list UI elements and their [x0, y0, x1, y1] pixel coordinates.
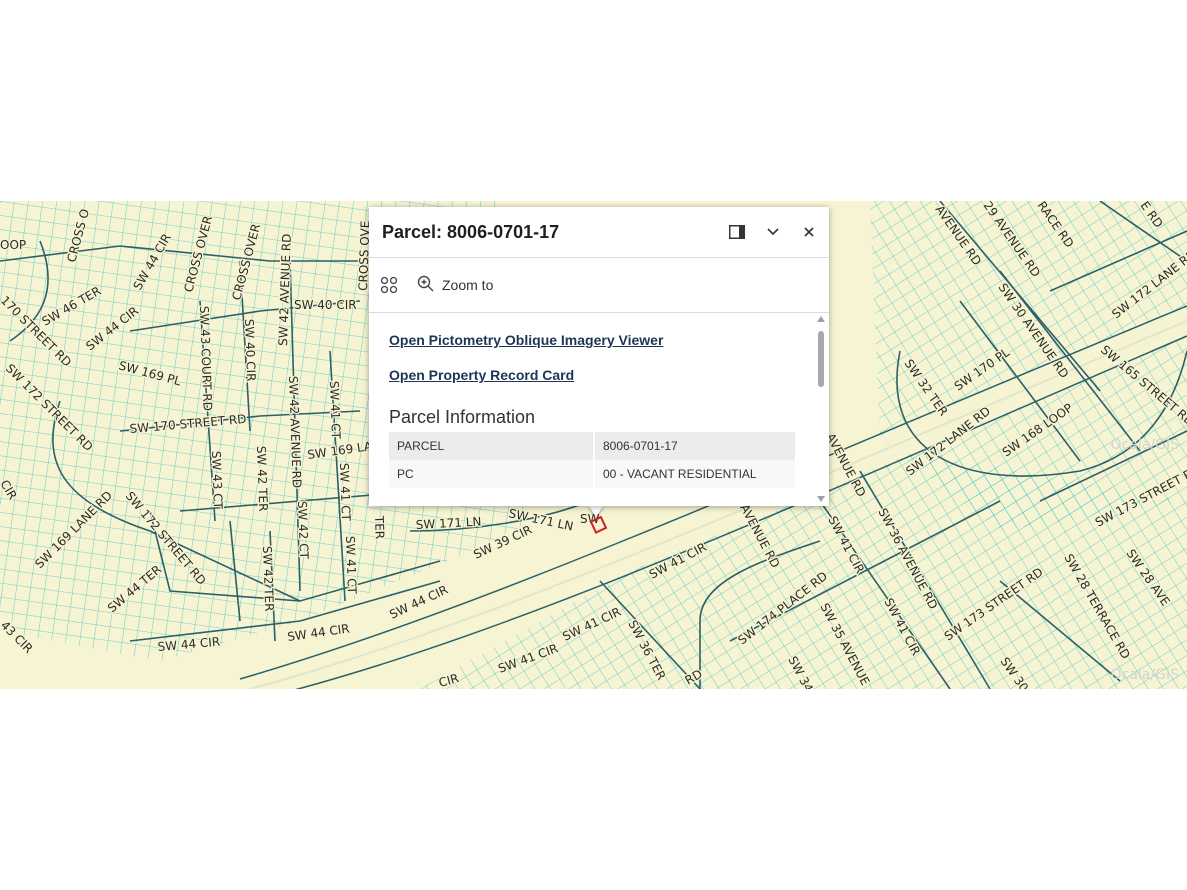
section-title: Parcel Information — [389, 407, 536, 427]
table-row: PC 00 - VACANT RESIDENTIAL — [389, 460, 795, 488]
pictometry-link[interactable]: Open Pictometry Oblique Imagery Viewer — [389, 332, 663, 348]
scroll-up-icon — [817, 316, 825, 322]
scroll-down-icon — [817, 496, 825, 502]
dock-side-icon[interactable] — [726, 221, 748, 243]
road-label: TER — [372, 515, 387, 540]
popup-pointer — [588, 505, 604, 517]
field-value: 00 - VACANT RESIDENTIAL — [594, 460, 795, 488]
popup-header: Parcel: 8006-0701-17 — [369, 207, 829, 258]
popup-scrollbar[interactable] — [815, 313, 827, 506]
road-label: SW 42 CT — [295, 501, 311, 560]
chevron-down-icon[interactable] — [762, 221, 784, 243]
map-watermark: Ocala/GIS — [1110, 667, 1179, 683]
road-label: SW 43 CT — [209, 451, 225, 510]
table-row: PARCEL 8006-0701-17 — [389, 432, 795, 460]
map-watermark: Ocala/GIS — [1110, 437, 1179, 453]
scroll-thumb — [818, 331, 824, 387]
grid-icon[interactable] — [380, 276, 398, 294]
zoom-to-label: Zoom to — [442, 277, 494, 293]
zoom-in-icon — [417, 275, 434, 295]
popup-body: Open Pictometry Oblique Imagery Viewer O… — [369, 313, 829, 506]
road-label: SW 40 CIR — [294, 298, 357, 312]
parcel-popup: Parcel: 8006-0701-17 Zoom to Open Pictom… — [369, 207, 829, 506]
popup-title: Parcel: 8006-0701-17 — [382, 221, 560, 242]
property-record-card-link[interactable]: Open Property Record Card — [389, 367, 574, 383]
field-name: PARCEL — [389, 432, 595, 460]
field-value: 8006-0701-17 — [594, 432, 795, 460]
road-label: OOP — [0, 238, 26, 252]
popup-actions: Zoom to — [369, 258, 829, 313]
road-label: SW 40 CIR — [242, 319, 258, 382]
road-label: SW 41 CT — [343, 536, 359, 595]
zoom-to-button[interactable]: Zoom to — [417, 275, 493, 295]
road-label: SW 42 TER — [260, 546, 276, 612]
road-label: SW 42 TER — [254, 446, 270, 512]
road-label: SW 41 CT — [327, 381, 343, 440]
close-icon[interactable] — [798, 221, 820, 243]
parcel-info-table: PARCEL 8006-0701-17 PC 00 - VACANT RESID… — [389, 432, 795, 488]
road-label: SW 41 CT — [337, 463, 353, 522]
field-name: PC — [389, 460, 595, 488]
